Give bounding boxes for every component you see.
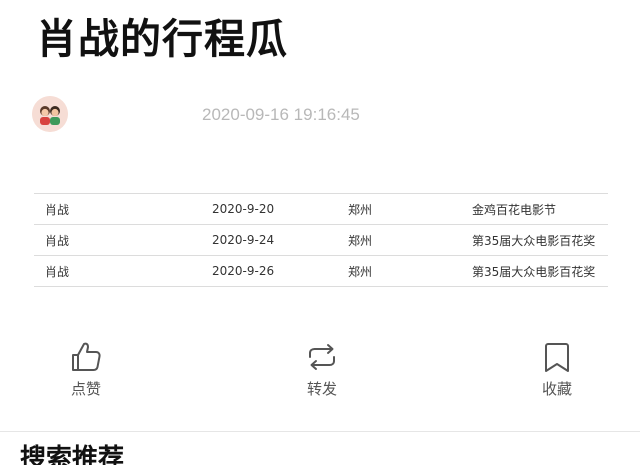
section-divider — [0, 431, 640, 432]
share-button[interactable]: 转发 — [282, 340, 362, 399]
table-row: 肖战 2020-9-24 郑州 第35届大众电影百花奖 — [34, 224, 608, 256]
avatar[interactable] — [32, 96, 68, 132]
article-page: 肖战的行程瓜 2020-09-16 19:16:45 肖战 2020-9-20 … — [0, 0, 640, 465]
cell-city: 郑州 — [348, 233, 373, 248]
cell-city: 郑州 — [348, 202, 373, 217]
share-label: 转发 — [306, 380, 337, 398]
thumbs-up-icon — [72, 342, 101, 371]
favorite-label: 收藏 — [541, 380, 572, 398]
cell-event: 金鸡百花电影节 — [472, 202, 557, 217]
author-meta: 2020-09-16 19:16:45 — [32, 96, 612, 136]
cell-date: 2020-9-24 — [212, 233, 275, 247]
cell-name: 肖战 — [45, 202, 70, 217]
bookmark-icon — [545, 343, 569, 372]
like-button[interactable]: 点赞 — [46, 340, 126, 399]
recommend-section-title: 搜索推荐 — [20, 444, 125, 465]
article-title: 肖战的行程瓜 — [36, 15, 288, 63]
post-timestamp: 2020-09-16 19:16:45 — [202, 105, 360, 124]
like-label: 点赞 — [70, 380, 101, 398]
favorite-button[interactable]: 收藏 — [517, 340, 597, 399]
cell-event: 第35届大众电影百花奖 — [472, 264, 596, 279]
cell-event: 第35届大众电影百花奖 — [472, 233, 596, 248]
cell-city: 郑州 — [348, 264, 373, 279]
schedule-table: 肖战 2020-9-20 郑州 金鸡百花电影节 肖战 2020-9-24 郑州 … — [34, 193, 608, 287]
avatar-icon — [32, 96, 68, 132]
repost-icon — [309, 344, 335, 370]
cell-date: 2020-9-20 — [212, 202, 275, 216]
cell-name: 肖战 — [45, 264, 70, 279]
table-row: 肖战 2020-9-26 郑州 第35届大众电影百花奖 — [34, 255, 608, 287]
cell-date: 2020-9-26 — [212, 264, 275, 278]
action-bar: 点赞 转发 收藏 — [0, 340, 640, 410]
table-row: 肖战 2020-9-20 郑州 金鸡百花电影节 — [34, 193, 608, 225]
cell-name: 肖战 — [45, 233, 70, 248]
